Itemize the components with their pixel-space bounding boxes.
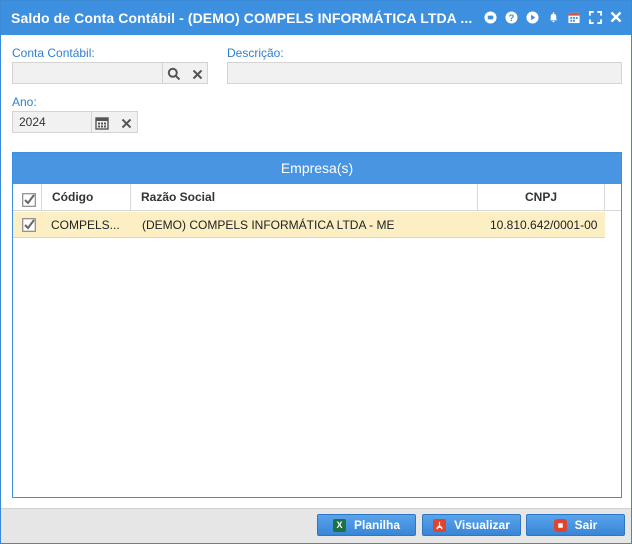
column-header-razao-social[interactable]: Razão Social — [131, 184, 478, 211]
select-all-checkbox-icon[interactable] — [22, 190, 36, 207]
conta-contabil-input[interactable] — [13, 63, 163, 83]
pdf-icon — [433, 518, 447, 532]
column-header-cnpj[interactable]: CNPJ — [478, 184, 605, 211]
sair-button-label: Sair — [574, 518, 598, 532]
chat-icon[interactable] — [483, 10, 497, 24]
cell-cnpj: 10.810.642/0001-00 — [490, 218, 598, 232]
grid-column-headers: Código Razão Social CNPJ — [13, 184, 621, 211]
visualizar-button-label: Visualizar — [454, 518, 510, 532]
dialog-window: Saldo de Conta Contábil - (DEMO) COMPELS… — [0, 0, 632, 544]
table-row[interactable]: COMPELS... (DEMO) COMPELS INFORMÁTICA LT… — [13, 212, 605, 238]
cell-razao-social: (DEMO) COMPELS INFORMÁTICA LTDA - ME — [142, 218, 395, 232]
search-icon[interactable] — [166, 66, 182, 82]
sair-button[interactable]: Sair — [526, 514, 625, 536]
play-icon[interactable] — [525, 10, 539, 24]
descricao-label: Descrição: — [227, 46, 284, 60]
window-title: Saldo de Conta Contábil - (DEMO) COMPELS… — [11, 10, 473, 26]
row-checkbox-icon[interactable] — [22, 218, 36, 232]
clear-ano-icon[interactable] — [118, 115, 134, 131]
clear-conta-icon[interactable] — [189, 66, 205, 82]
grid-title: Empresa(s) — [13, 153, 621, 184]
title-bar: Saldo de Conta Contábil - (DEMO) COMPELS… — [1, 1, 631, 35]
calendar-picker-icon[interactable] — [94, 115, 110, 131]
field-divider — [91, 112, 92, 132]
field-divider — [162, 63, 163, 83]
empresas-grid: Empresa(s) Código Razão Social CNPJ COMP… — [12, 152, 622, 498]
cell-codigo: COMPELS... — [51, 218, 120, 232]
exit-icon — [553, 518, 567, 532]
descricao-field — [227, 62, 622, 84]
planilha-button-label: Planilha — [353, 518, 400, 532]
select-all-column — [13, 184, 42, 211]
column-header-codigo[interactable]: Código — [42, 184, 131, 211]
close-icon[interactable] — [609, 10, 623, 24]
planilha-button[interactable]: X Planilha — [317, 514, 416, 536]
ano-input[interactable] — [13, 112, 91, 132]
footer-bar: X Planilha Visualizar Sair — [1, 508, 631, 543]
excel-icon: X — [332, 518, 346, 532]
ano-field — [12, 111, 138, 133]
fullscreen-icon[interactable] — [588, 10, 602, 24]
help-icon[interactable]: ? — [504, 10, 518, 24]
bell-icon[interactable] — [546, 10, 560, 24]
visualizar-button[interactable]: Visualizar — [422, 514, 521, 536]
title-bar-icons: ? — [483, 10, 623, 24]
calendar-icon[interactable] — [567, 10, 581, 24]
conta-contabil-label: Conta Contábil: — [12, 46, 95, 60]
descricao-input[interactable] — [228, 63, 621, 83]
conta-contabil-field — [12, 62, 208, 84]
svg-text:?: ? — [508, 12, 514, 22]
ano-label: Ano: — [12, 95, 37, 109]
